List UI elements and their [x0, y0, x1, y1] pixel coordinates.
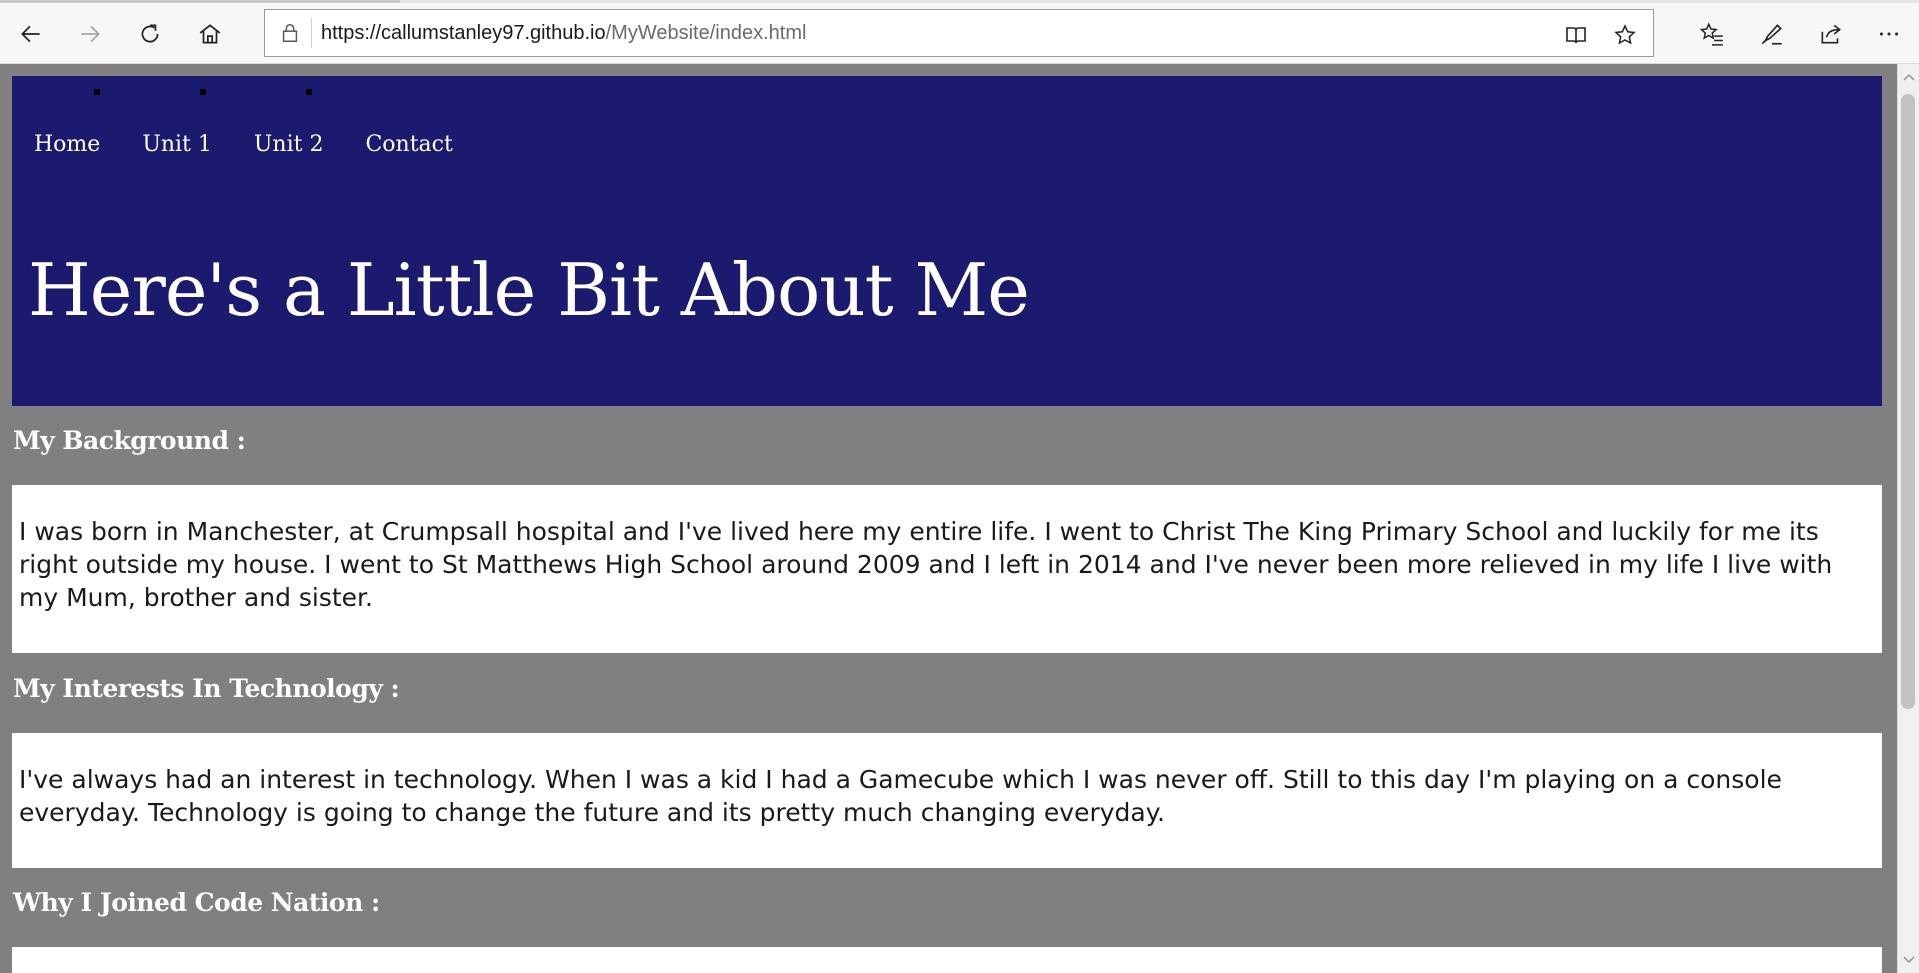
lock-icon	[279, 22, 301, 44]
site-header: Home Unit 1 Unit 2 Contact Here's a Litt…	[12, 76, 1882, 406]
url-host: https://callumstanley97.github.io	[321, 22, 606, 44]
url-path: /MyWebsite/index.html	[605, 22, 807, 44]
section-box-background: I was born in Manchester, at Crumpsall h…	[12, 485, 1882, 653]
url-text[interactable]: https://callumstanley97.github.io/MyWebs…	[321, 22, 806, 45]
pen-icon	[1761, 24, 1782, 45]
section-box-code-nation	[12, 947, 1882, 973]
back-button[interactable]	[9, 12, 53, 56]
address-bar[interactable]: https://callumstanley97.github.io/MyWebs…	[264, 9, 1654, 57]
main-nav: Home Unit 1 Unit 2 Contact	[34, 132, 495, 157]
favorites-list-icon	[1699, 22, 1723, 46]
notes-button[interactable]	[1750, 12, 1794, 56]
bullet-icon	[200, 89, 206, 95]
scroll-up-button[interactable]	[1898, 66, 1919, 88]
browser-toolbar: https://callumstanley97.github.io/MyWebs…	[0, 3, 1919, 64]
chevron-down-icon	[1903, 956, 1914, 963]
section-heading-background: My Background :	[13, 426, 246, 455]
bullet-icon	[306, 89, 312, 95]
address-separator	[311, 18, 312, 48]
chevron-up-icon	[1903, 74, 1914, 81]
section-heading-interests: My Interests In Technology :	[13, 674, 400, 703]
section-text-interests: I've always had an interest in technolog…	[19, 765, 1782, 827]
favorites-list-button[interactable]	[1690, 12, 1734, 56]
star-icon	[1614, 24, 1636, 45]
vertical-scrollbar[interactable]	[1897, 64, 1919, 973]
more-icon	[1879, 32, 1899, 36]
section-heading-code-nation: Why I Joined Code Nation :	[13, 888, 380, 917]
section-box-interests: I've always had an interest in technolog…	[12, 733, 1882, 868]
nav-link-unit-1[interactable]: Unit 1	[142, 132, 212, 157]
scroll-thumb[interactable]	[1901, 94, 1915, 709]
section-text-background: I was born in Manchester, at Crumpsall h…	[19, 517, 1833, 612]
forward-button[interactable]	[68, 12, 112, 56]
refresh-icon	[141, 24, 159, 43]
forward-arrow-icon	[81, 25, 100, 43]
nav-link-contact[interactable]: Contact	[365, 132, 452, 157]
refresh-button[interactable]	[128, 12, 172, 56]
nav-link-unit-2[interactable]: Unit 2	[254, 132, 324, 157]
reading-view-button[interactable]	[1561, 20, 1591, 50]
more-button[interactable]	[1867, 12, 1911, 56]
reading-view-icon	[1566, 27, 1586, 44]
home-icon	[199, 24, 221, 44]
home-button[interactable]	[188, 12, 232, 56]
share-button[interactable]	[1809, 12, 1853, 56]
page-title: Here's a Little Bit About Me	[28, 248, 1030, 332]
nav-link-home[interactable]: Home	[34, 132, 100, 157]
scroll-down-button[interactable]	[1898, 949, 1919, 971]
bullet-icon	[94, 89, 100, 95]
nav-bullets	[12, 76, 1882, 106]
share-icon	[1821, 24, 1841, 44]
page-viewport: Home Unit 1 Unit 2 Contact Here's a Litt…	[0, 64, 1897, 973]
favorite-button[interactable]	[1610, 20, 1640, 50]
back-arrow-icon	[21, 25, 40, 43]
